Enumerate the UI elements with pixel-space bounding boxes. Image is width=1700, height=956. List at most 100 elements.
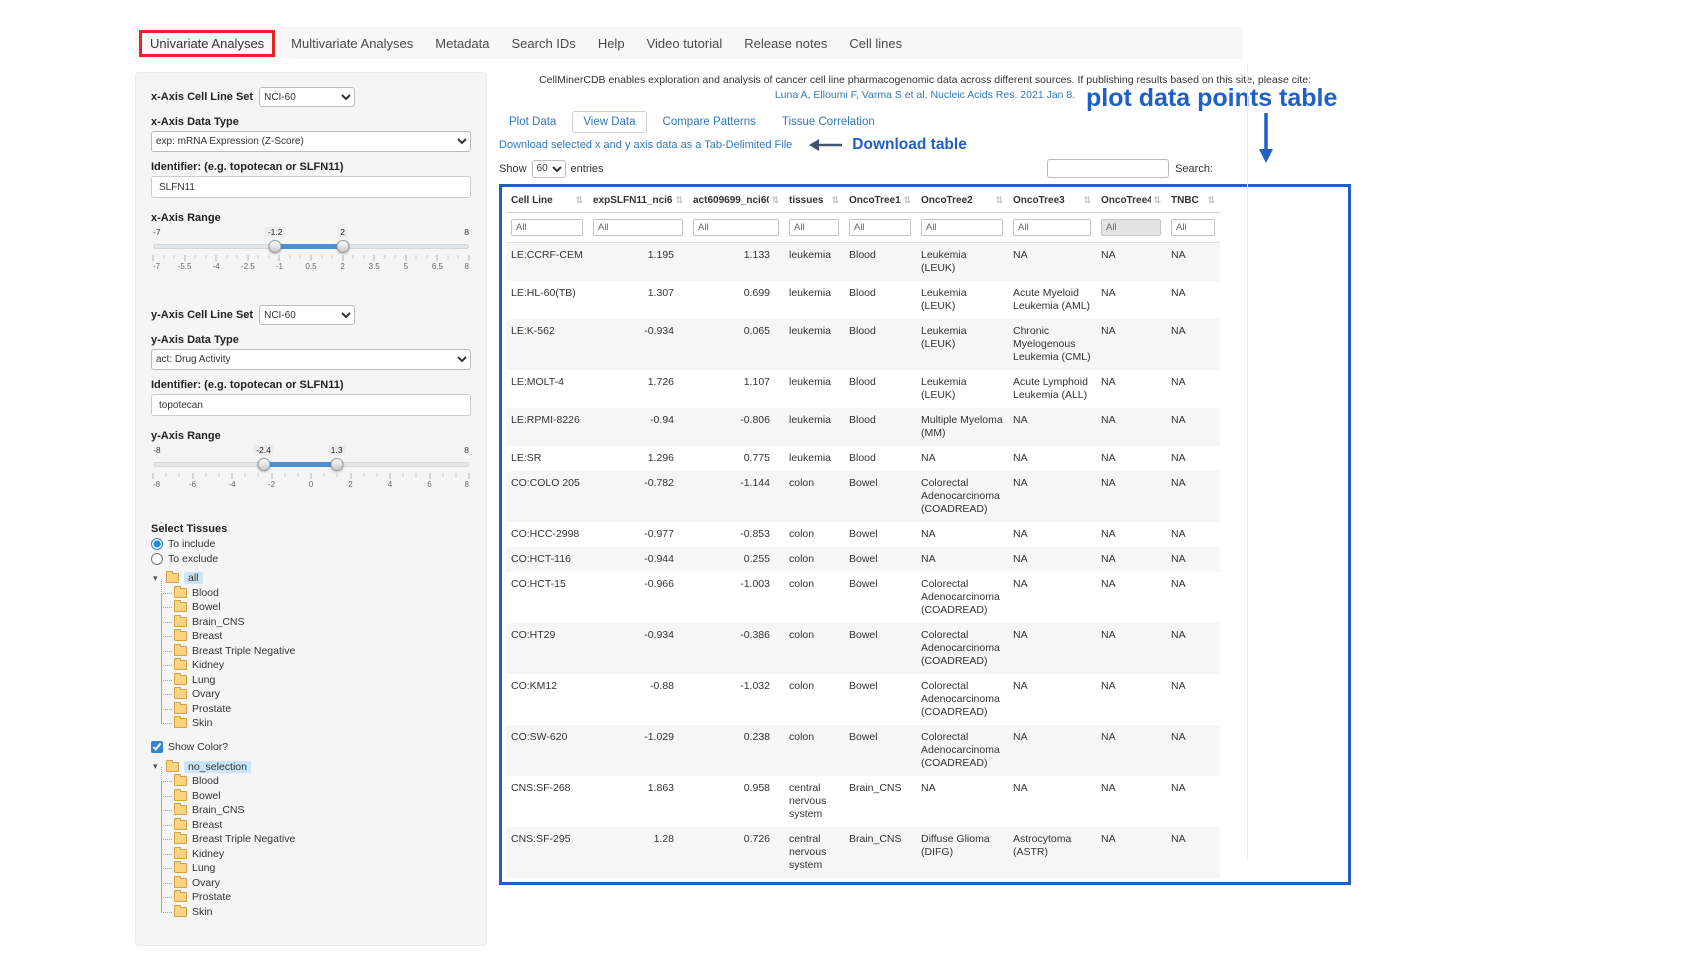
search-input[interactable] — [1047, 159, 1169, 178]
nav-tab-release-notes[interactable]: Release notes — [733, 31, 838, 56]
include-option-row[interactable]: To include — [151, 538, 471, 550]
tree-node-blood[interactable]: Blood — [173, 774, 471, 789]
table-row[interactable]: CO:KM12-0.88-1.032colonBowelColorectal A… — [506, 674, 1220, 725]
tab-tissue-correlation[interactable]: Tissue Correlation — [772, 112, 885, 132]
column-header-oncotree2[interactable]: OncoTree2⇅ — [916, 189, 1008, 213]
tree-node-no-selection[interactable]: ▾no_selection — [153, 760, 471, 775]
filter-input-cell-line[interactable] — [511, 219, 583, 236]
tree-node-bowel[interactable]: Bowel — [173, 789, 471, 804]
filter-input-tissues[interactable] — [789, 219, 839, 236]
y-identifier-input[interactable] — [151, 394, 471, 416]
tree-item-label: Ovary — [192, 688, 220, 700]
exclude-radio[interactable] — [151, 553, 163, 565]
tree-item: Breast Triple Negative — [173, 644, 471, 659]
column-header-oncotree1[interactable]: OncoTree1⇅ — [844, 189, 916, 213]
tab-plot-data[interactable]: Plot Data — [499, 112, 566, 132]
exclude-option-row[interactable]: To exclude — [151, 553, 471, 565]
tree-node-bowel[interactable]: Bowel — [173, 600, 471, 615]
nav-tab-help[interactable]: Help — [587, 31, 636, 56]
tree-node-prostate[interactable]: Prostate — [173, 890, 471, 905]
x-range-slider[interactable]: -7-1.228-7-5.5-4-2.5-10.523.556.58 — [153, 227, 469, 279]
tree-node-brain-cns[interactable]: Brain_CNS — [173, 803, 471, 818]
nav-tab-metadata[interactable]: Metadata — [424, 31, 500, 56]
entries-select[interactable]: 60 — [532, 160, 566, 178]
tree-node-breast-triple-negative[interactable]: Breast Triple Negative — [173, 832, 471, 847]
table-row[interactable]: LE:HL-60(TB)1.3070.699leukemiaBloodLeuke… — [506, 281, 1220, 319]
tree-node-breast[interactable]: Breast — [173, 629, 471, 644]
download-link[interactable]: Download selected x and y axis data as a… — [499, 139, 792, 151]
nav-tab-video-tutorial[interactable]: Video tutorial — [636, 31, 734, 56]
table-row[interactable]: CNS:SF-2681.8630.958central nervous syst… — [506, 776, 1220, 827]
filter-input-act609699-nci60[interactable] — [693, 219, 779, 236]
column-header-act609699-nci60[interactable]: act609699_nci60⇅ — [688, 189, 784, 213]
x-data-type-select[interactable]: exp: mRNA Expression (Z-Score) — [151, 131, 471, 152]
table-row[interactable]: CO:COLO 205-0.782-1.144colonBowelColorec… — [506, 471, 1220, 522]
column-header-oncotree3[interactable]: OncoTree3⇅ — [1008, 189, 1096, 213]
filter-input-oncotree3[interactable] — [1013, 219, 1091, 236]
table-row[interactable]: LE:K-562-0.9340.065leukemiaBloodLeukemia… — [506, 319, 1220, 370]
tree-node-skin[interactable]: Skin — [173, 716, 471, 731]
y-range-slider[interactable]: -8-2.41.38-8-6-4-202468 — [153, 445, 469, 497]
tree-node-lung[interactable]: Lung — [173, 861, 471, 876]
tree-node-prostate[interactable]: Prostate — [173, 702, 471, 717]
x-identifier-input[interactable] — [151, 176, 471, 198]
filter-input-oncotree1[interactable] — [849, 219, 911, 236]
tree-node-blood[interactable]: Blood — [173, 586, 471, 601]
tree-node-kidney[interactable]: Kidney — [173, 847, 471, 862]
nav-tab-multivariate-analyses[interactable]: Multivariate Analyses — [280, 31, 424, 56]
tree-node-breast-triple-negative[interactable]: Breast Triple Negative — [173, 644, 471, 659]
tree-node-kidney[interactable]: Kidney — [173, 658, 471, 673]
x-cell-line-set-select[interactable]: NCI-60 — [259, 87, 355, 107]
tree-item-label: Ovary — [192, 877, 220, 889]
slider-handle-high[interactable] — [336, 240, 349, 253]
show-color-option-row[interactable]: Show Color? — [151, 741, 471, 753]
column-header-expslfn11-nci60[interactable]: expSLFN11_nci60⇅ — [588, 189, 688, 213]
table-row[interactable]: CO:HCC-2998-0.977-0.853colonBowelNANANAN… — [506, 522, 1220, 547]
sort-icon: ⇅ — [575, 195, 583, 206]
table-row[interactable]: CO:HT29-0.934-0.386colonBowelColorectal … — [506, 623, 1220, 674]
tree-node-brain-cns[interactable]: Brain_CNS — [173, 615, 471, 630]
slider-handle-low[interactable] — [269, 240, 282, 253]
tab-compare-patterns[interactable]: Compare Patterns — [653, 112, 766, 132]
tree-node-skin[interactable]: Skin — [173, 905, 471, 920]
table-row[interactable]: CO:HCT-15-0.966-1.003colonBowelColorecta… — [506, 572, 1220, 623]
table-row[interactable]: LE:RPMI-8226-0.94-0.806leukemiaBloodMult… — [506, 408, 1220, 446]
table-row[interactable]: LE:CCRF-CEM1.1951.133leukemiaBloodLeukem… — [506, 243, 1220, 282]
filter-input-oncotree4[interactable] — [1101, 219, 1161, 236]
tree-item-label: Skin — [192, 717, 212, 729]
tree-item: Ovary — [173, 876, 471, 891]
tree-node-breast[interactable]: Breast — [173, 818, 471, 833]
y-cell-line-set-select[interactable]: NCI-60 — [259, 305, 355, 325]
folder-icon — [174, 602, 187, 612]
cell-expslfn11-nci60: 1.28 — [588, 827, 688, 878]
nav-tab-cell-lines[interactable]: Cell lines — [838, 31, 913, 56]
table-row[interactable]: CNS:SF-2951.280.726central nervous syste… — [506, 827, 1220, 878]
nav-tab-univariate-analyses[interactable]: Univariate Analyses — [139, 30, 275, 57]
show-color-checkbox[interactable] — [151, 741, 163, 753]
tree-node-ovary[interactable]: Ovary — [173, 687, 471, 702]
table-row[interactable]: CO:HCT-116-0.9440.255colonBowelNANANANA — [506, 547, 1220, 572]
table-row[interactable]: CO:SW-620-1.0290.238colonBowelColorectal… — [506, 725, 1220, 776]
tree-node-ovary[interactable]: Ovary — [173, 876, 471, 891]
tree-node-lung[interactable]: Lung — [173, 673, 471, 688]
slider-handle-high[interactable] — [330, 458, 343, 471]
table-row[interactable]: LE:SR1.2960.775leukemiaBloodNANANANA — [506, 446, 1220, 471]
slider-tick-label: 5 — [404, 262, 408, 271]
include-radio[interactable] — [151, 538, 163, 550]
column-header-tissues[interactable]: tissues⇅ — [784, 189, 844, 213]
nav-tab-search-ids[interactable]: Search IDs — [501, 31, 587, 56]
y-data-type-select[interactable]: act: Drug Activity — [151, 349, 471, 370]
table-row[interactable]: LE:MOLT-41.7261.107leukemiaBloodLeukemia… — [506, 370, 1220, 408]
filter-input-expslfn11-nci60[interactable] — [593, 219, 683, 236]
tree-node-all[interactable]: ▾all — [153, 571, 471, 586]
column-header-cell-line[interactable]: Cell Line⇅ — [506, 189, 588, 213]
cell-act609699-nci60: 1.107 — [688, 370, 784, 408]
filter-input-tnbc[interactable] — [1171, 219, 1215, 236]
slider-tick-label: -4 — [228, 480, 235, 489]
cell-tnbc: NA — [1166, 319, 1220, 370]
filter-input-oncotree2[interactable] — [921, 219, 1003, 236]
column-header-tnbc[interactable]: TNBC⇅ — [1166, 189, 1220, 213]
column-header-oncotree4[interactable]: OncoTree4⇅ — [1096, 189, 1166, 213]
tab-view-data[interactable]: View Data — [572, 111, 646, 133]
slider-handle-low[interactable] — [257, 458, 270, 471]
